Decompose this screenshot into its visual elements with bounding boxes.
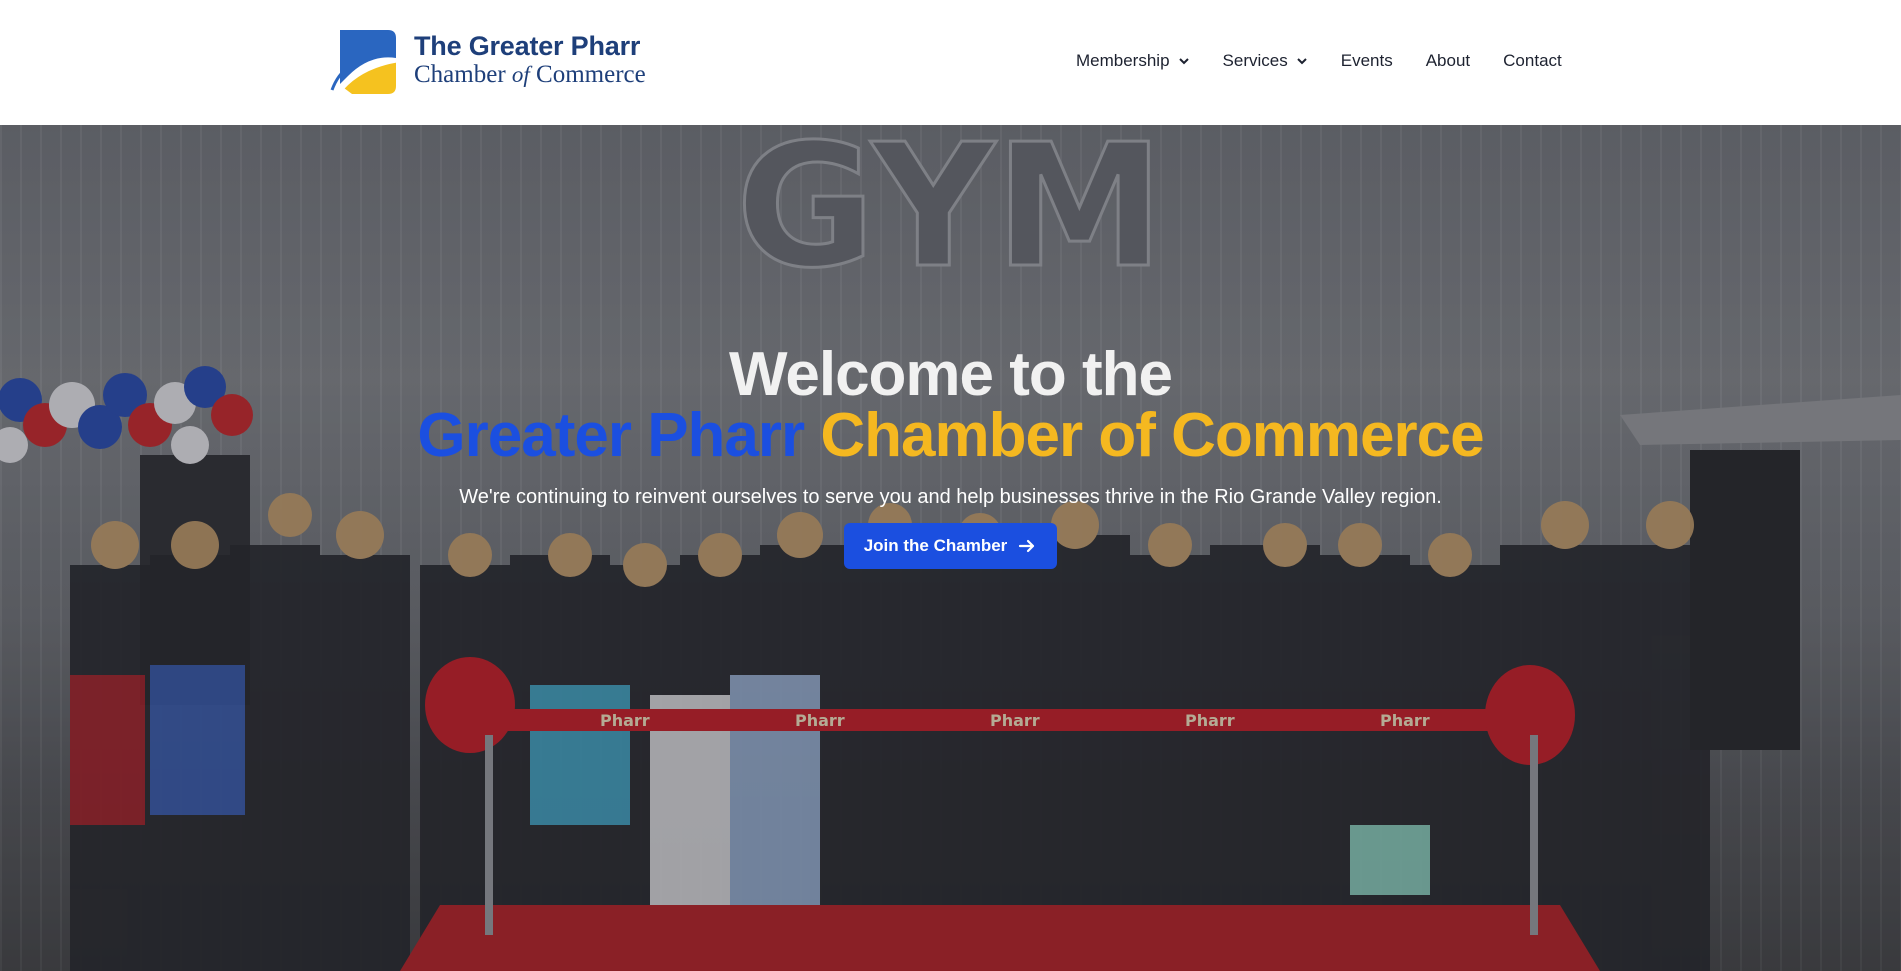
join-chamber-button[interactable]: Join the Chamber [843, 523, 1058, 569]
hero-content: Welcome to the Greater Pharr Chamber of … [0, 340, 1901, 569]
hero-subtitle: We're continuing to reinvent ourselves t… [459, 486, 1442, 508]
arrow-right-icon [1019, 539, 1035, 553]
nav-item-membership[interactable]: Membership [1076, 51, 1190, 71]
site-header: The Greater Pharr Chamber of Commerce Me… [0, 0, 1901, 125]
hero-title-line2: Greater Pharr Chamber of Commerce [0, 405, 1901, 467]
nav-item-events[interactable]: Events [1341, 51, 1393, 71]
logo-title: The Greater Pharr [414, 31, 641, 61]
hero-title-line1: Welcome to the [728, 340, 1173, 409]
chevron-down-icon [1178, 58, 1189, 65]
nav-item-services[interactable]: Services [1223, 51, 1308, 71]
hero-section: GYM Pharr Pharr Pharr Pharr Pharr Welcom… [0, 125, 1901, 971]
nav-item-contact[interactable]: Contact [1503, 51, 1562, 71]
nav-item-about[interactable]: About [1426, 51, 1470, 71]
hero-title-blue: Greater Pharr [417, 401, 805, 470]
join-chamber-label: Join the Chamber [863, 536, 1008, 555]
logo-subtitle: Chamber of Commerce [414, 61, 646, 88]
chamber-logo-icon [330, 30, 400, 94]
chamber-logo[interactable]: The Greater Pharr Chamber of Commerce [330, 24, 670, 96]
main-nav: Membership Services Events About Contact [1076, 48, 1562, 74]
chevron-down-icon [1297, 58, 1307, 65]
hero-title-gold: Chamber of Commerce [820, 401, 1484, 470]
